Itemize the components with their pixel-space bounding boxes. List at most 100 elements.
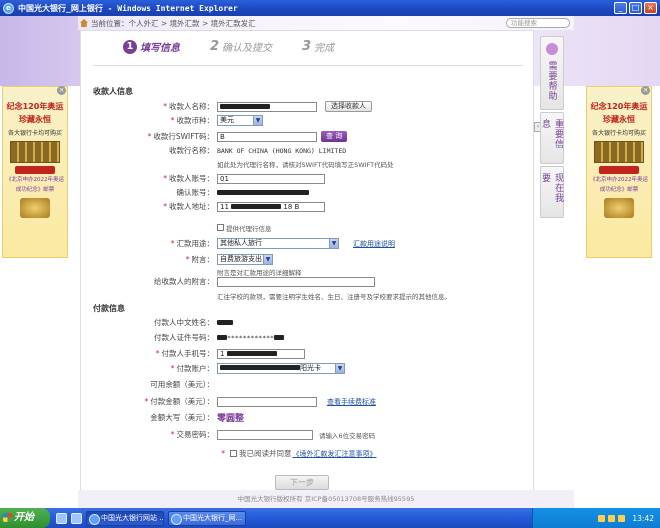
ad-text: 成功纪念》邮票 — [15, 187, 55, 193]
payer-account-label: * 付款账户： — [170, 364, 214, 373]
minimize-button[interactable]: _ — [614, 2, 627, 14]
agent-bank-label: 提供代理行信息 — [226, 224, 272, 233]
chevron-down-icon: ▼ — [253, 116, 262, 125]
clock: 13:42 — [632, 513, 654, 523]
message-field[interactable] — [217, 276, 375, 287]
ad-subtitle: 珍藏永恒 — [603, 115, 635, 124]
postscript-select[interactable]: 自费旅游支出 ▼ — [217, 254, 273, 265]
amount-label: * 付款金额（美元）： — [144, 397, 215, 406]
ie-icon: e — [3, 2, 14, 14]
step-2: 2 确认及提交 — [210, 39, 272, 54]
i-want-label: 现在我要 — [540, 173, 563, 203]
chevron-down-icon: ▼ — [263, 255, 272, 264]
payer-account-select[interactable]: 阳光卡 ▼ — [217, 363, 345, 374]
tray-icon[interactable] — [618, 514, 626, 522]
close-icon[interactable]: × — [57, 86, 66, 95]
taskbar-window-2[interactable]: 中国光大银行_网... — [168, 510, 246, 526]
amount-words-label: 金额大写（美元）： — [150, 413, 214, 422]
ad-subtitle: 珍藏永恒 — [19, 115, 51, 124]
close-icon[interactable]: × — [641, 86, 650, 95]
coin-set-image — [10, 141, 60, 163]
currency-select[interactable]: 美元 ▼ — [217, 115, 263, 126]
swift-note-row: 如此处为代理行名称，请核对SWIFT代码填写正SWIFT代码处 — [81, 157, 535, 170]
start-button[interactable]: 开始 — [0, 508, 50, 528]
swift-field[interactable]: B — [217, 131, 317, 142]
help-card-important-info[interactable]: 重要信息 — [540, 112, 564, 164]
purpose-help-link[interactable]: 汇款用途说明 — [353, 239, 395, 249]
purpose-select[interactable]: 其他私人旅行 ▼ — [217, 238, 339, 249]
desktop-icon[interactable] — [56, 512, 67, 524]
step-1: 1 填写信息 — [123, 39, 180, 54]
agent-bank-row: 提供代理行信息 — [81, 221, 535, 234]
amount-row: * 付款金额（美元）： 查看手续费标准 — [81, 395, 535, 408]
ad-price-badge — [599, 166, 639, 174]
help-sidebar: ‹ 需要帮助 重要信息 现在我要 — [534, 30, 574, 220]
swift-label: * 收款行SWIFT码： — [147, 132, 214, 141]
breadcrumb-item[interactable]: 境外汇款 — [170, 18, 200, 29]
ad-line: 各大银行卡均可购买 — [591, 130, 646, 137]
system-tray: 13:42 — [532, 508, 660, 528]
breadcrumb-item[interactable]: 个人外汇 — [129, 18, 159, 29]
step-label: 完成 — [314, 43, 335, 54]
close-button[interactable]: × — [644, 2, 657, 14]
account-label: * 收款人账号： — [163, 174, 214, 183]
breadcrumb-item[interactable]: 境外汇款发汇 — [211, 18, 256, 29]
password-field[interactable] — [217, 429, 313, 440]
swift-row: * 收款行SWIFT码： B 查 询 — [81, 130, 535, 143]
address-row: * 收款人地址： 11 18 B — [81, 200, 535, 213]
remittance-notice-link[interactable]: 《境外汇款发汇注意事项》 — [293, 449, 377, 459]
payee-name-label: * 收款人名称： — [163, 102, 214, 111]
ad-title: 纪念120年奥运 — [6, 102, 64, 111]
maximize-button[interactable]: □ — [629, 2, 642, 14]
payer-id-value: ************ — [217, 333, 284, 342]
tray-icon[interactable] — [598, 514, 606, 522]
window-controls: _ □ × — [614, 2, 657, 14]
agree-checkbox[interactable] — [230, 450, 237, 457]
home-icon[interactable] — [80, 19, 88, 27]
currency-label: * 收款币种： — [170, 116, 214, 125]
next-step-button[interactable]: 下一步 — [275, 475, 329, 490]
postscript-label: * 附言： — [185, 255, 214, 264]
payee-name-field[interactable] — [217, 101, 317, 112]
payer-section-title: 付款信息 — [93, 304, 125, 313]
divider — [93, 65, 523, 66]
payee-address-field[interactable]: 11 18 B — [217, 201, 325, 212]
payer-name-row: 付款人中文姓名： — [81, 316, 535, 329]
right-float-ad[interactable]: × 纪念120年奥运 珍藏永恒 各大银行卡均可购买 《北京申办2022年奥运 成… — [586, 86, 652, 258]
page-footer: 中国光大银行版权所有 京ICP备05013708号服务热线95595 — [78, 490, 574, 508]
password-row: * 交易密码： 请输入6位交易密码 — [81, 428, 535, 441]
breadcrumb-separator: > — [158, 18, 170, 28]
balance-label: 可用余额（美元）： — [150, 380, 214, 389]
left-float-ad[interactable]: × 纪念120年奥运 珍藏永恒 各大银行卡均可购买 《北京申办2022年奥运 成… — [2, 86, 68, 258]
purpose-row: * 汇款用途： 其他私人旅行 ▼ 汇款用途说明 — [81, 237, 535, 250]
swift-query-button[interactable]: 查 询 — [321, 131, 348, 142]
bank-name-label: 收款行名称： — [169, 146, 214, 155]
amount-field[interactable] — [217, 396, 317, 407]
payee-account-field[interactable]: 01 — [217, 173, 325, 184]
fee-standard-link[interactable]: 查看手续费标准 — [327, 397, 376, 407]
payee-name-row: * 收款人名称： 选择收款人 — [81, 100, 535, 113]
payer-phone-row: * 付款人手机号： 1 — [81, 347, 535, 360]
agent-bank-checkbox[interactable] — [217, 224, 224, 231]
tray-icon[interactable] — [608, 514, 616, 522]
payer-phone-field[interactable]: 1 — [217, 348, 305, 359]
amount-words-row: 金额大写（美元）： 零圆整 — [81, 411, 535, 424]
taskbar-window-1[interactable]: 中国光大银行网站 ... — [86, 510, 164, 526]
select-payee-button[interactable]: 选择收款人 — [325, 101, 372, 112]
message-note: 汇往学校的款项，需要注明学生姓名、生日、注册号及学校要求提示的其他信息。 — [217, 292, 451, 301]
ad-text: 成功纪念》邮票 — [599, 187, 639, 193]
help-card-i-want[interactable]: 现在我要 — [540, 166, 564, 218]
agree-label: 我已阅读并同意 — [239, 449, 292, 458]
function-search-input[interactable]: 功能搜索 — [506, 18, 570, 28]
step-number: 3 — [302, 39, 312, 54]
help-card-need-help[interactable]: 需要帮助 — [540, 36, 564, 110]
step-indicator: 1 填写信息 2 确认及提交 3 完成 — [123, 39, 334, 54]
payer-account-row: * 付款账户： 阳光卡 ▼ — [81, 362, 535, 375]
message-label: 给收款人的附言： — [154, 277, 214, 286]
step-number: 1 — [123, 39, 137, 54]
confirm-account-value — [217, 188, 325, 197]
message-row: 给收款人的附言： — [81, 275, 535, 288]
password-label: * 交易密码： — [170, 430, 214, 439]
ie-launch-icon[interactable] — [71, 512, 82, 524]
assistant-avatar — [546, 42, 558, 55]
